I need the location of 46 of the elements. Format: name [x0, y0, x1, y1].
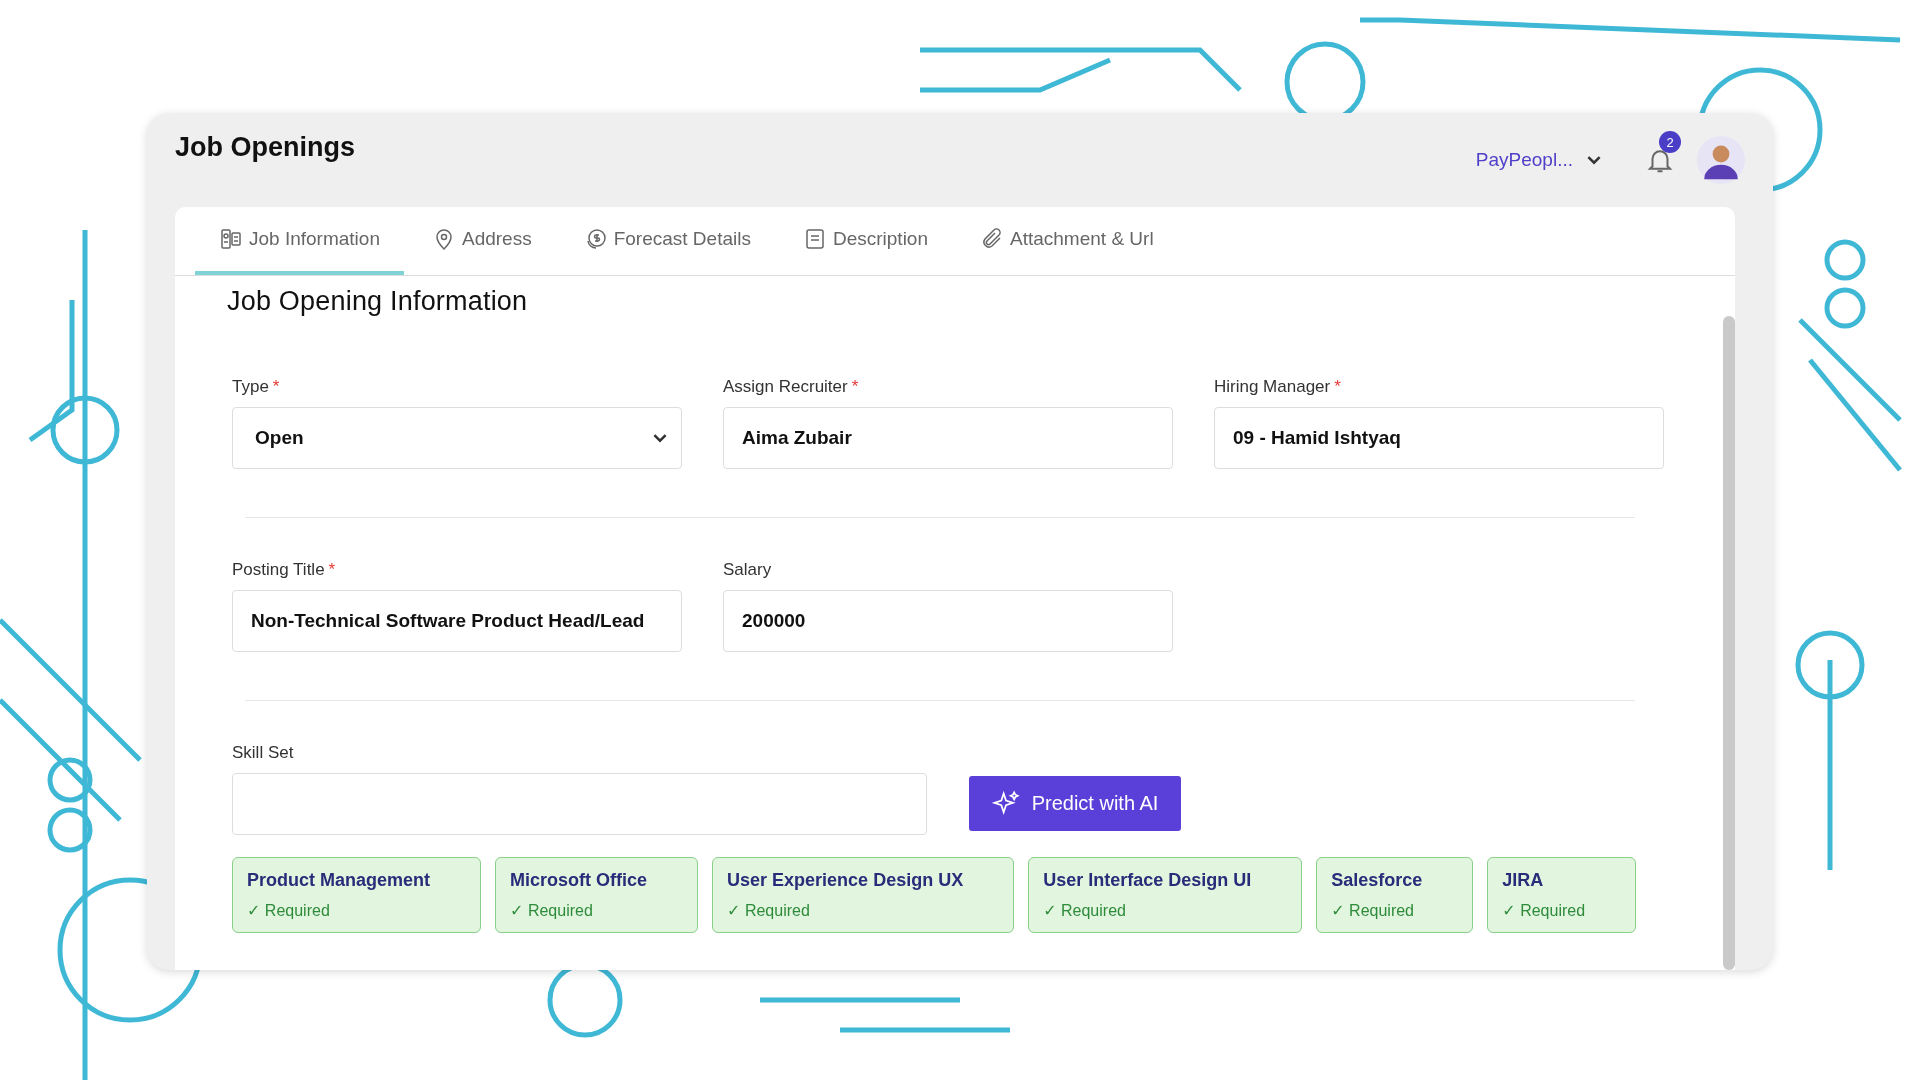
skill-tag[interactable]: Microsoft Office ✓ Required	[495, 857, 699, 933]
skill-tag[interactable]: JIRA ✓ Required	[1487, 857, 1637, 933]
required-note: ✓ Required	[1331, 901, 1415, 920]
required-note: ✓ Required	[1043, 901, 1127, 920]
field-label: Type *	[232, 377, 281, 397]
section-title: Job Opening Information	[227, 286, 529, 317]
skill-tag[interactable]: Salesforce ✓ Required	[1316, 857, 1474, 933]
skill-name: User Interface Design UI	[1043, 870, 1252, 891]
field-label: Salary	[723, 560, 773, 580]
input-field[interactable]: Non-Technical Software Product Head/Lead	[232, 590, 682, 652]
tab[interactable]: Forecast Details	[559, 207, 775, 275]
caret-icon	[1587, 155, 1601, 165]
tab[interactable]: Address	[407, 207, 556, 275]
skill-name: Microsoft Office	[510, 870, 648, 891]
paperclip-icon	[980, 227, 1004, 251]
type-dropdown[interactable]: Open	[232, 407, 682, 469]
skill-input-field[interactable]	[232, 773, 927, 835]
field-label: Hiring Manager *	[1214, 377, 1342, 397]
predict-button[interactable]: Predict with AI	[969, 776, 1181, 831]
company-selector[interactable]: PayPeopl...	[1475, 149, 1601, 171]
skill-tag[interactable]: User Experience Design UX ✓ Required	[712, 857, 1015, 933]
id-card-icon	[219, 227, 243, 251]
required-note: ✓ Required	[510, 901, 594, 920]
field-label: Assign Recruiter *	[723, 377, 860, 397]
skill-tag[interactable]: Product Management ✓ Required	[232, 857, 482, 933]
skill-tag[interactable]: User Interface Design UI ✓ Required	[1028, 857, 1303, 933]
skill-name: Product Management	[247, 870, 431, 891]
skill-name: User Experience Design UX	[727, 870, 964, 891]
tab[interactable]: Attachment & Url	[956, 207, 1178, 275]
skill-name: Salesforce	[1331, 870, 1423, 891]
input-field[interactable]: 200000	[723, 590, 1173, 652]
caret-icon	[653, 433, 667, 443]
avatar-icon[interactable]	[1697, 136, 1745, 184]
skill-name: JIRA	[1502, 870, 1545, 891]
input-field[interactable]: 09 - Hamid Ishtyaq	[1214, 407, 1664, 469]
input-field[interactable]: Aima Zubair	[723, 407, 1173, 469]
required-note: ✓ Required	[247, 901, 331, 920]
tab[interactable]: Description	[778, 207, 952, 275]
field-label: Skill Set	[232, 743, 295, 763]
required-note: ✓ Required	[727, 901, 811, 920]
scrollbar[interactable]	[1723, 316, 1735, 970]
notification-badge: 2	[1659, 131, 1681, 153]
required-note: ✓ Required	[1502, 901, 1586, 920]
tab[interactable]: Job Information	[195, 207, 404, 275]
page-title: Job Openings	[175, 131, 355, 163]
field-label: Posting Title *	[232, 560, 337, 580]
